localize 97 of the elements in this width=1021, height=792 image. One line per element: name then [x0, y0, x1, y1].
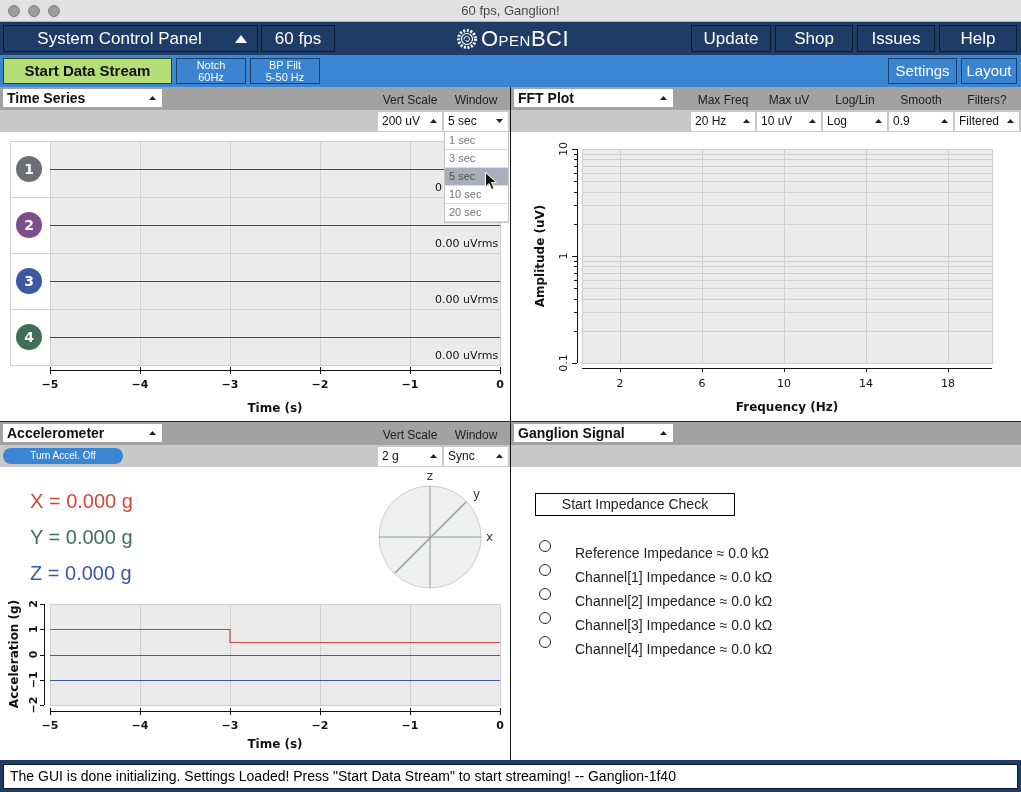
logo-text: OpenBCI — [480, 26, 570, 51]
gear-icon — [456, 28, 477, 49]
axis-title: Frequency (Hz) — [735, 400, 839, 414]
axis-label: z — [426, 469, 434, 483]
impedance-reading: Channel[3] Impedance ≈ 0.0 kΩ — [575, 618, 773, 632]
control-label: Vert Scale — [381, 92, 439, 109]
tick-label: −4 — [131, 378, 149, 391]
control-label: Window — [453, 92, 499, 109]
control-label: Vert Scale — [381, 427, 439, 444]
impedance-reading: Channel[2] Impedance ≈ 0.0 kΩ — [575, 594, 773, 608]
widget-selector[interactable]: FFT Plot — [514, 89, 673, 107]
control-label: Window — [453, 427, 499, 444]
tick-label: 0 — [496, 719, 504, 732]
tick-label: −2 — [27, 696, 40, 714]
tick-label: −1 — [401, 378, 419, 391]
axis-title: Amplitude (uV) — [533, 204, 547, 308]
tick-label: 10 — [557, 142, 570, 156]
dropdown-field[interactable]: 5 sec — [444, 111, 508, 131]
control-label: Max Freq — [696, 92, 750, 109]
dropdown-field[interactable]: 20 Hz — [691, 111, 755, 131]
tick-label: 0 — [27, 650, 40, 659]
dropdown-field[interactable]: 2 g — [378, 446, 442, 466]
tick-label: −5 — [41, 378, 59, 391]
window-title: 60 fps, Ganglion! — [461, 1, 560, 20]
acceleration-readout: X = 0.000 g — [30, 489, 133, 514]
filter-button[interactable]: Notch 60Hz — [176, 58, 246, 84]
tick-label: 2 — [616, 377, 624, 390]
axis-label: y — [473, 487, 481, 501]
tick-label: 1 — [557, 252, 570, 260]
frame-rate-button[interactable]: 60 fps — [261, 25, 335, 52]
tick-label: −1 — [401, 719, 419, 732]
tick-label: 18 — [941, 377, 955, 390]
system-control-panel-button[interactable]: System Control Panel — [3, 25, 258, 52]
tick-label: −1 — [27, 671, 40, 689]
tick-label: 14 — [859, 377, 873, 390]
dropdown-field[interactable]: 0.9 — [889, 111, 953, 131]
tick-label: 0.1 — [557, 354, 570, 372]
tick-label: −3 — [221, 719, 239, 732]
channel-indicator[interactable]: 4 — [16, 324, 42, 350]
tick-label: 1 — [27, 625, 40, 634]
control-label: Max uV — [767, 92, 811, 109]
impedance-reading: Reference Impedance ≈ 0.0 kΩ — [575, 546, 770, 560]
control-label: Filters? — [966, 92, 1008, 109]
tick-label: 2 — [27, 600, 40, 608]
toolbar-button[interactable]: Settings — [888, 58, 957, 84]
acceleration-readout: Z = 0.000 g — [30, 561, 133, 586]
rms-reading: 0.00 uVrms — [435, 349, 499, 362]
acceleration-readout: Y = 0.000 g — [30, 525, 133, 550]
tick-label: −5 — [41, 719, 59, 732]
tick-label: −2 — [311, 378, 329, 391]
channel-indicator[interactable]: 3 — [16, 268, 42, 294]
axis-title: Acceleration (g) — [7, 599, 21, 709]
tick-label: 10 — [777, 377, 791, 390]
dropdown-field[interactable]: 10 uV — [757, 111, 821, 131]
impedance-reading: Channel[1] Impedance ≈ 0.0 kΩ — [575, 570, 773, 584]
widget-selector[interactable]: Time Series — [3, 89, 162, 107]
tick-label: −2 — [311, 719, 329, 732]
nav-button[interactable]: Update — [691, 25, 771, 52]
nav-button[interactable]: Shop — [775, 25, 853, 52]
accelerometer-toggle-button[interactable]: Turn Accel. Off — [3, 448, 123, 464]
nav-button[interactable]: Issues — [857, 25, 935, 52]
caret-up-icon — [149, 96, 156, 100]
caret-up-icon — [149, 431, 156, 435]
caret-up-icon — [660, 431, 667, 435]
control-label: Smooth — [899, 92, 943, 109]
dropdown-field[interactable]: 200 uV — [378, 111, 442, 131]
window-close-button[interactable] — [8, 4, 20, 17]
toolbar-button[interactable]: Layout — [961, 58, 1017, 84]
window-minimize-button[interactable] — [28, 4, 40, 17]
tick-label: 0 — [496, 378, 504, 391]
dropdown-field[interactable]: Sync — [444, 446, 508, 466]
start-data-stream-button[interactable]: Start Data Stream — [3, 58, 172, 84]
dropdown-field[interactable]: Filtered — [955, 111, 1019, 131]
status-message: The GUI is done initializing. Settings Loaded! Press "Start Data Stream" to start streaming! -- Ganglion-1f40 — [3, 763, 1018, 789]
caret-up-icon — [660, 96, 667, 100]
widget-selector[interactable]: Ganglion Signal — [514, 424, 673, 442]
dropdown-field[interactable]: Log — [823, 111, 887, 131]
nav-button[interactable]: Help — [939, 25, 1017, 52]
window-zoom-button[interactable] — [48, 4, 60, 17]
channel-indicator[interactable]: 2 — [16, 212, 42, 238]
start-impedance-check-button[interactable]: Start Impedance Check — [535, 493, 735, 516]
channel-indicator[interactable]: 1 — [16, 156, 42, 182]
tick-label: 6 — [698, 377, 706, 390]
axis-title: Time (s) — [247, 401, 303, 415]
control-label: Log/Lin — [834, 92, 876, 109]
tick-label: −3 — [221, 378, 239, 391]
rms-reading: 0 — [435, 181, 442, 194]
rms-reading: 0.00 uVrms — [435, 293, 499, 306]
axis-title: Time (s) — [247, 737, 303, 751]
mouse-pointer-icon — [485, 171, 497, 190]
rms-reading: 0.00 uVrms — [435, 237, 499, 250]
filter-button[interactable]: BP Filt 5-50 Hz — [250, 58, 320, 84]
widget-selector[interactable]: Accelerometer — [3, 424, 162, 442]
tick-label: −4 — [131, 719, 149, 732]
impedance-reading: Channel[4] Impedance ≈ 0.0 kΩ — [575, 642, 773, 656]
axis-label: x — [486, 530, 494, 544]
caret-up-icon — [235, 34, 247, 43]
